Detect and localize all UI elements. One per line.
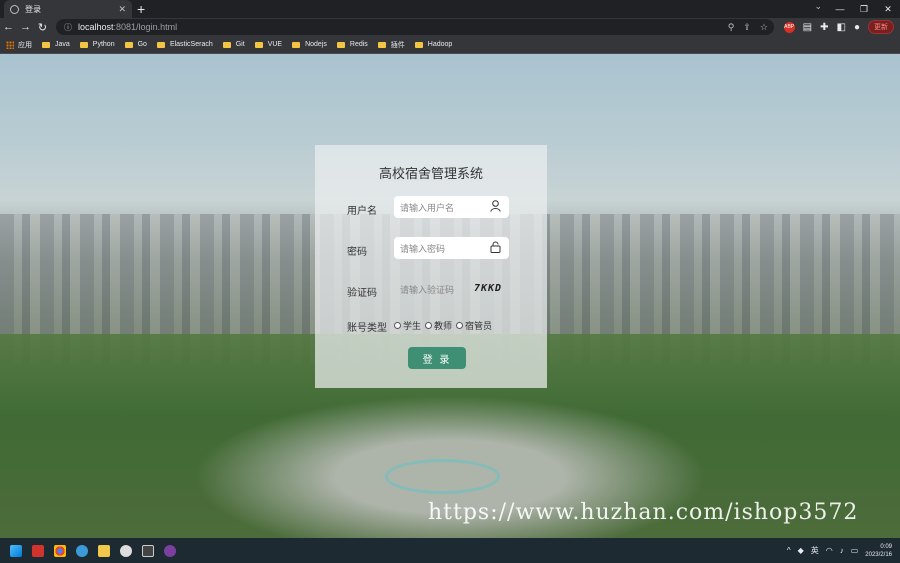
zoom-icon[interactable]: ⚲ (728, 22, 735, 33)
folder-icon (292, 41, 301, 48)
globe-icon (10, 4, 19, 14)
radio-circle-icon[interactable] (394, 322, 401, 329)
side-panel-icon[interactable]: ◧ (837, 22, 846, 33)
page-title: 高校宿舍管理系统 (378, 166, 483, 181)
taskbar: ^ ◆ 英 ◠ ♪ ▭ 0:09 2023/2/16 (0, 538, 900, 563)
share-icon[interactable]: ⇪ (743, 22, 751, 33)
bookmark-folder[interactable]: 插件 (377, 40, 405, 50)
tab-search-icon[interactable]: ⌄ (814, 1, 822, 12)
password-input[interactable]: 请输入密码 (394, 237, 509, 259)
bookmark-folder[interactable]: Redis (336, 41, 368, 48)
folder-icon (156, 41, 165, 48)
update-button[interactable]: 更新 (868, 20, 894, 34)
tray-overflow-icon[interactable]: ^ (787, 546, 791, 555)
bookmark-folder[interactable]: ElasticSerach (156, 41, 213, 48)
username-input[interactable]: 请输入用户名 (394, 196, 509, 218)
folder-icon (254, 41, 263, 48)
volume-icon[interactable]: ♪ (840, 546, 844, 555)
wifi-icon[interactable]: ◠ (826, 546, 833, 555)
url-path: :8081/login.html (113, 22, 178, 32)
close-tab-icon[interactable]: ✕ (118, 4, 126, 15)
chrome-icon[interactable] (54, 544, 66, 557)
ime-indicator[interactable]: 英 (811, 545, 819, 556)
bookmark-apps[interactable]: 应用 (6, 40, 32, 50)
login-panel: 高校宿舍管理系统 用户名 请输入用户名 密码 请输入密码 验证码 请输入验证码 … (315, 145, 547, 388)
folder-icon (377, 41, 386, 48)
captcha-image[interactable]: 7KKD (474, 283, 502, 294)
windows-start-icon[interactable] (10, 544, 22, 557)
bookmark-folder[interactable]: Hadoop (414, 41, 452, 48)
url-host: localhost (78, 22, 114, 32)
bookmark-folder[interactable]: Java (42, 41, 70, 48)
back-icon[interactable]: ← (0, 21, 17, 33)
lock-icon (490, 241, 501, 256)
bookmark-folder[interactable]: Git (222, 41, 245, 48)
folder-icon (124, 41, 133, 48)
clock[interactable]: 0:09 2023/2/16 (865, 543, 892, 559)
tab-title: 登录 (25, 4, 41, 14)
bookmark-folder[interactable]: Python (79, 41, 115, 48)
reload-icon[interactable]: ↻ (34, 21, 51, 34)
bookmarks-bar: 应用 Java Python Go ElasticSerach Git VUE … (0, 36, 900, 54)
clock-time: 0:09 (880, 543, 892, 550)
vscode-icon[interactable] (76, 544, 88, 557)
tray-app-icon[interactable]: ◆ (798, 546, 804, 555)
tab-strip: 登录 ✕ + ⌄ — ❐ ✕ (0, 0, 900, 18)
folder-icon (42, 41, 50, 48)
intellij-icon[interactable] (32, 544, 44, 557)
folder-icon (414, 41, 423, 48)
minimize-icon[interactable]: — (828, 0, 852, 18)
adblock-icon[interactable]: ABP (783, 21, 795, 33)
bookmark-star-icon[interactable]: ☆ (760, 22, 768, 33)
bookmark-folder[interactable]: Go (124, 41, 147, 48)
password-label: 密码 (347, 247, 367, 258)
radio-student[interactable]: 学生 (394, 319, 421, 332)
tab-login[interactable]: 登录 ✕ (4, 0, 132, 18)
media-player-icon[interactable] (164, 544, 176, 557)
restore-icon[interactable]: ❐ (852, 0, 876, 18)
info-icon[interactable]: ⓘ (64, 22, 72, 33)
browser-toolbar: ← → ↻ ⓘ localhost:8081/login.html ⚲ ⇪ ☆ … (0, 18, 900, 36)
captcha-placeholder: 请输入验证码 (400, 284, 455, 295)
user-icon (490, 200, 501, 215)
captcha-label: 验证码 (347, 288, 377, 299)
radio-circle-icon[interactable] (456, 322, 464, 329)
account-type-group: 学生 教师 宿管员 (394, 319, 492, 332)
extension-page-icon[interactable]: ▤ (803, 22, 812, 33)
bookmark-folder[interactable]: Nodejs (292, 41, 327, 48)
watermark: https://www.huzhan.com/ishop3572 (428, 500, 859, 525)
username-label: 用户名 (347, 206, 377, 217)
account-type-label: 账号类型 (347, 323, 387, 334)
login-button[interactable]: 登 录 (408, 347, 466, 369)
captcha-input[interactable]: 请输入验证码 (394, 278, 464, 300)
background-plaza (385, 459, 500, 494)
radio-dorm-manager[interactable]: 宿管员 (456, 319, 492, 332)
username-placeholder: 请输入用户名 (400, 202, 455, 213)
radio-teacher[interactable]: 教师 (425, 319, 452, 332)
window-controls: — ❐ ✕ (828, 0, 900, 18)
profile-icon[interactable]: ● (854, 22, 860, 33)
app-icon[interactable] (120, 544, 132, 557)
window-close-icon[interactable]: ✕ (876, 0, 900, 18)
clock-date: 2023/2/16 (865, 551, 892, 558)
extensions-icon[interactable]: ✚ (820, 22, 828, 33)
folder-icon (222, 41, 231, 48)
bookmark-folder[interactable]: VUE (254, 41, 282, 48)
system-tray: ^ ◆ 英 ◠ ♪ ▭ 0:09 2023/2/16 (787, 538, 892, 563)
password-placeholder: 请输入密码 (400, 243, 446, 254)
folder-icon (79, 41, 88, 48)
file-explorer-icon[interactable] (98, 544, 110, 557)
new-tab-button[interactable]: + (137, 1, 145, 17)
battery-icon[interactable]: ▭ (851, 546, 859, 555)
apps-grid-icon (6, 40, 14, 49)
forward-icon[interactable]: → (17, 21, 34, 33)
folder-icon (336, 41, 345, 48)
address-bar[interactable]: ⓘ localhost:8081/login.html ⚲ ⇪ ☆ (56, 19, 774, 35)
radio-circle-icon[interactable] (425, 322, 433, 329)
terminal-icon[interactable] (142, 544, 154, 557)
